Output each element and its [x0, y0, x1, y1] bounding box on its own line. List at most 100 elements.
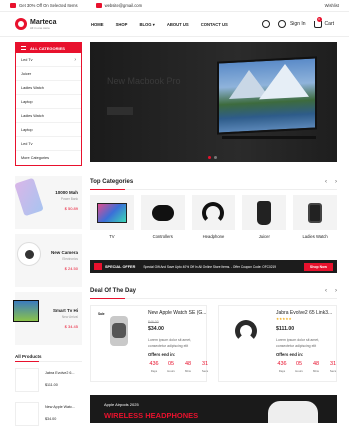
category-label: Led Tv — [21, 141, 33, 146]
countdown-mins: 48 Mins — [310, 361, 322, 373]
hero-tv-image — [217, 56, 317, 135]
deal-name[interactable]: Jabra Evolve2 65 Link3... — [276, 310, 332, 316]
category-item[interactable]: Led Tv — [16, 137, 81, 151]
menu-icon — [21, 46, 26, 50]
slider-dot[interactable] — [214, 156, 217, 159]
countdown-value: 436 — [149, 361, 159, 367]
category-item[interactable]: Juicer — [16, 67, 81, 81]
wishlist-link[interactable]: Wishlist — [325, 3, 339, 8]
top-categories-list: TV Controllers Headphone Juicer Ladies W… — [90, 195, 337, 245]
promo-card-powerbank[interactable]: 10000 Mah Power Bank $ 50.89 — [14, 176, 82, 229]
headset-image — [235, 320, 257, 342]
product-name[interactable]: New Apple Watc... — [45, 405, 75, 409]
countdown-unit: Days — [278, 369, 286, 373]
slider-dots — [208, 156, 217, 159]
category-label: Laptop — [21, 127, 33, 132]
deal-card[interactable]: Jabra Evolve2 65 Link3... ★★★★★ $111.00 … — [218, 305, 337, 382]
category-card-headphone[interactable]: Headphone — [191, 195, 236, 245]
promo-card-camera[interactable]: New Camera Electronics $ 24.50 — [15, 234, 82, 287]
promo-card-title: New Camera — [50, 250, 78, 255]
countdown-value: 48 — [312, 361, 320, 367]
apple-watch-image — [110, 316, 128, 346]
category-header[interactable]: ALL CATEGORIES — [16, 43, 81, 53]
offer-ends-label: Offers end in: — [148, 352, 176, 357]
divider — [90, 189, 337, 190]
category-label: Juicer — [21, 71, 32, 76]
category-image — [293, 195, 337, 230]
special-offer-banner: SPECIAL OFFER Special Gift And Save Upto… — [90, 260, 337, 273]
email-text[interactable]: website@gmail.com — [105, 3, 143, 8]
nav-contact[interactable]: CONTACT US — [201, 22, 228, 27]
email-item[interactable]: website@gmail.com — [95, 3, 143, 8]
chevron-left-icon[interactable]: ‹ — [325, 288, 327, 294]
top-categories-arrows: ‹ › — [325, 179, 337, 185]
product-item[interactable]: Jabra Evolve2 6... $111.00 — [15, 366, 82, 394]
slider-dot[interactable] — [208, 156, 211, 159]
camera-image — [17, 242, 41, 266]
logo-tagline: All in one store — [30, 25, 50, 30]
promo-card-tv[interactable]: Smart Tv Hi New Arrival $ 34.45 — [13, 292, 82, 345]
search-icon[interactable] — [261, 20, 270, 28]
hero-slider[interactable]: New Macbook Pro — [90, 42, 337, 162]
deal-card[interactable]: Sale New Apple Watch SE (G... $46.00 $34… — [90, 305, 208, 382]
category-item[interactable]: Ladies Watch — [16, 81, 81, 95]
signin-button[interactable]: Sign In — [277, 20, 306, 28]
rating-stars-icon: ★★★★★ — [276, 317, 292, 321]
juicer-icon — [257, 200, 272, 225]
product-name[interactable]: Jabra Evolve2 6... — [45, 371, 75, 375]
signin-label: Sign In — [289, 21, 306, 27]
more-categories[interactable]: More Categories — [16, 151, 81, 165]
airpods-banner-title: WIRELESS HEADPHONES — [104, 411, 199, 420]
category-card-juicer[interactable]: Juicer — [242, 195, 287, 245]
logo-mark-icon — [15, 18, 27, 30]
category-item[interactable]: Led Tv › — [16, 53, 81, 67]
special-offer-label: SPECIAL OFFER — [105, 264, 136, 269]
product-item[interactable]: New Apple Watc... $34.00 — [15, 400, 82, 428]
category-item[interactable]: Laptop — [16, 95, 81, 109]
category-title: ALL CATEGORIES — [30, 45, 65, 51]
chevron-right-icon[interactable]: › — [335, 288, 337, 294]
product-thumbnail — [15, 402, 39, 426]
countdown-unit: Days — [150, 369, 158, 373]
product-price: $34.00 — [45, 417, 57, 421]
countdown-value: 48 — [184, 361, 192, 367]
divider — [15, 361, 82, 362]
deal-name[interactable]: New Apple Watch SE (G... — [148, 310, 206, 316]
countdown-days: 436 Days — [276, 361, 288, 373]
nav-blog[interactable]: BLOG — [139, 22, 154, 27]
cart-button[interactable]: 0 Cart — [313, 16, 334, 28]
countdown-hours: 05 Hours — [165, 361, 177, 373]
category-item[interactable]: Laptop — [16, 123, 81, 137]
divider — [90, 298, 337, 299]
nav-home[interactable]: HOME — [91, 22, 104, 27]
header: Marteca All in one store HOME SHOP BLOG … — [0, 12, 349, 37]
category-card-label: Headphone — [202, 234, 225, 239]
category-label: Ladies Watch — [21, 85, 44, 90]
deal-title: Deal Of The Day — [90, 288, 137, 294]
category-label: Ladies Watch — [21, 113, 44, 118]
user-icon — [277, 20, 286, 28]
logo[interactable]: Marteca All in one store — [15, 18, 79, 30]
truck-icon — [10, 3, 16, 8]
deal-desc: Lorem ipsum dolor sit amet, — [148, 338, 192, 342]
category-card-watch[interactable]: Ladies Watch — [293, 195, 337, 245]
category-card-label: TV — [109, 234, 115, 239]
shop-now-button[interactable]: Shop Now — [303, 262, 333, 271]
airpods-banner[interactable]: Apple Airpods 2025 WIRELESS HEADPHONES — [90, 395, 337, 423]
countdown-value: 05 — [167, 361, 175, 367]
promo-card-sub: Power Bank — [60, 197, 78, 201]
category-menu: ALL CATEGORIES Led Tv › Juicer Ladies Wat… — [15, 42, 82, 166]
tv-icon — [96, 202, 127, 223]
hero-title: New Macbook Pro — [107, 76, 181, 86]
category-item[interactable]: Ladies Watch — [16, 109, 81, 123]
nav-about[interactable]: ABOUT US — [167, 22, 189, 27]
category-card-tv[interactable]: TV — [90, 195, 134, 245]
nav-shop[interactable]: SHOP — [116, 22, 128, 27]
chevron-left-icon[interactable]: ‹ — [325, 179, 327, 185]
product-price: $111.00 — [45, 383, 58, 387]
countdown-unit: Secs — [201, 369, 209, 373]
category-image — [90, 195, 134, 230]
category-card-controllers[interactable]: Controllers — [140, 195, 185, 245]
hero-button[interactable] — [107, 107, 133, 115]
chevron-right-icon[interactable]: › — [335, 179, 337, 185]
